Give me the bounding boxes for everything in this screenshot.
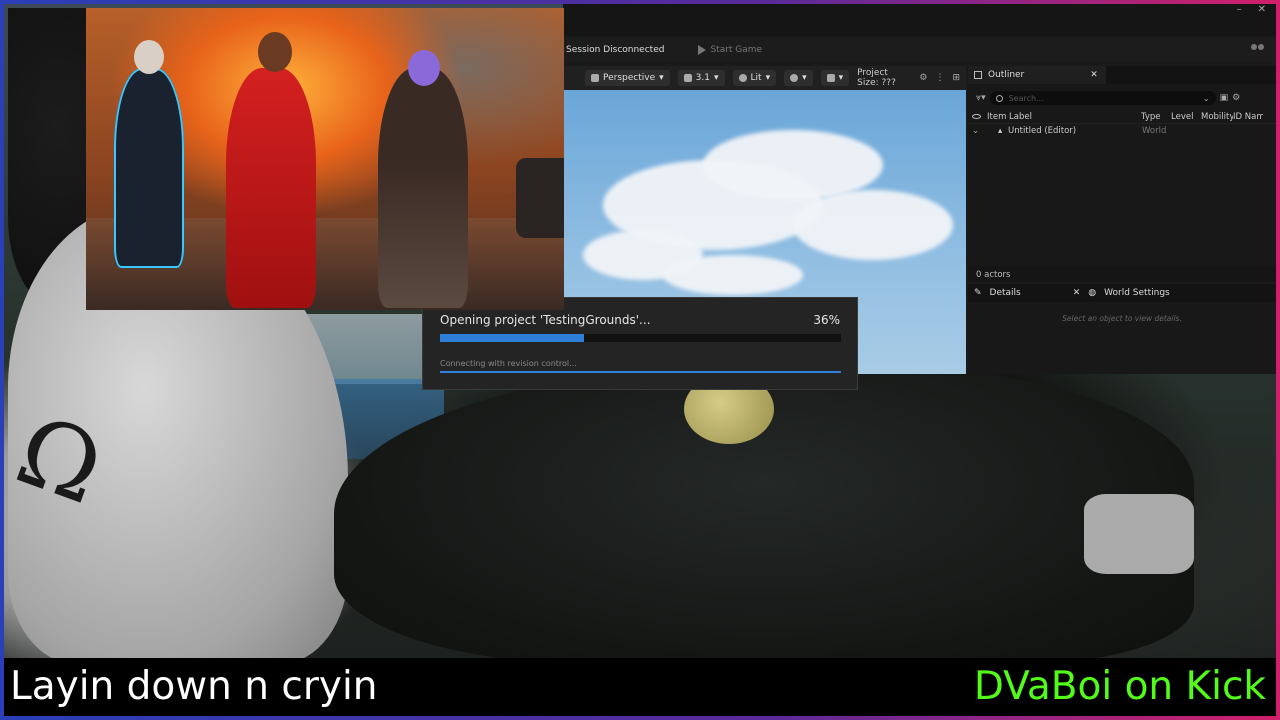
row-label: Untitled (Editor): [1008, 126, 1077, 136]
start-game-button[interactable]: Start Game: [698, 45, 762, 55]
layout-icon[interactable]: ⊞: [952, 73, 960, 83]
visibility-icon[interactable]: [972, 114, 981, 119]
poster-head-right: [408, 50, 440, 86]
minimize-icon[interactable]: –: [1237, 4, 1242, 16]
filter-icon[interactable]: ⩔▾: [976, 93, 986, 103]
play-icon: [698, 45, 707, 55]
status-progress-line: [440, 371, 841, 373]
editor-titlebar: – ✕: [563, 4, 1276, 36]
outliner-footer: 0 actors: [968, 266, 1276, 282]
close-icon[interactable]: ✕: [1258, 4, 1266, 16]
camera-speed-label: 3.1: [695, 73, 710, 83]
start-game-label: Start Game: [710, 45, 763, 55]
progress-fill: [440, 334, 585, 342]
window-controls: – ✕: [1237, 4, 1266, 16]
tab-outliner[interactable]: Outliner ✕: [968, 66, 1106, 84]
column-type[interactable]: Type: [1141, 112, 1171, 122]
lit-dropdown[interactable]: Lit ▾: [732, 70, 777, 86]
loading-percent: 36%: [813, 313, 840, 327]
project-size: Project Size: ???: [857, 68, 896, 88]
outliner-panel: Outliner ✕ ⩔▾ Search... ⌄ ▣ ⚙ Item Label…: [968, 66, 1276, 282]
column-id-name[interactable]: ID Name: [1233, 112, 1263, 122]
progress-bar: [440, 334, 841, 342]
outliner-header: Item Label Type Level Mobility ID Name: [968, 110, 1276, 124]
wrench-icon: [826, 74, 835, 82]
settings-icon[interactable]: ⚙: [1232, 93, 1240, 103]
chevron-down-icon: ⌄: [1202, 93, 1210, 103]
loading-status: Connecting with revision control...: [440, 359, 577, 368]
lit-icon: [738, 74, 747, 82]
loading-dialog: Opening project 'TestingGrounds'... 36% …: [422, 297, 858, 390]
perspective-dropdown[interactable]: Perspective ▾: [585, 70, 670, 86]
channel-name: DVaBoi on Kick: [973, 664, 1266, 709]
poster-head-left: [134, 40, 164, 74]
perspective-label: Perspective: [603, 73, 656, 83]
actor-count: 0 actors: [976, 270, 1011, 280]
session-status: Session Disconnected: [566, 45, 665, 55]
show-dropdown[interactable]: ▾: [784, 70, 813, 86]
more-icon[interactable]: ⋮: [935, 73, 944, 83]
globe-icon: ◍: [1088, 288, 1097, 298]
poster-figure-center: [226, 68, 316, 308]
tab-details[interactable]: Details: [990, 288, 1021, 298]
sky-cloud: [663, 255, 803, 295]
tools-dropdown[interactable]: ▾: [820, 70, 850, 86]
outliner-tabbar: Outliner ✕: [968, 66, 1276, 84]
viewport-toolbar: Perspective ▾ 3.1 ▾ Lit ▾ ▾ ▾ Project Si…: [563, 66, 966, 90]
lit-label: Lit: [750, 73, 762, 83]
expand-icon[interactable]: ⌄: [968, 126, 998, 136]
camera-speed-dropdown[interactable]: 3.1 ▾: [677, 70, 725, 86]
loading-title: Opening project 'TestingGrounds'...: [440, 313, 651, 327]
tab-world-settings[interactable]: World Settings: [1104, 288, 1170, 298]
webcam-sheet: [1084, 494, 1194, 574]
outliner-search-input[interactable]: Search... ⌄: [989, 91, 1216, 105]
close-icon[interactable]: ✕: [1090, 70, 1098, 80]
column-mobility[interactable]: Mobility: [1201, 112, 1233, 122]
row-type: World: [1142, 126, 1167, 136]
details-panel: ✎ Details ✕ ◍ World Settings Select an o…: [968, 284, 1276, 374]
poster-figure-right: [378, 68, 468, 308]
speed-icon: [683, 74, 692, 82]
folder-icon[interactable]: ▣: [1220, 93, 1229, 103]
search-icon: [995, 94, 1003, 102]
settings-icon[interactable]: ⚙: [919, 73, 927, 83]
outliner-icon: [974, 71, 982, 79]
stream-lower-third: Layin down n cryin DVaBoi on Kick: [4, 658, 1276, 716]
poster-figure-left: [114, 68, 184, 268]
column-item-label[interactable]: Item Label: [987, 112, 1141, 122]
editor-topbar: Session Disconnected Start Game: [563, 38, 1276, 62]
movie-thumbnail: [86, 8, 564, 310]
multiuser-icon[interactable]: [1250, 44, 1266, 56]
details-tabbar: ✎ Details ✕ ◍ World Settings: [968, 284, 1276, 302]
stream-caption: Layin down n cryin: [10, 664, 378, 709]
outliner-search-row: ⩔▾ Search... ⌄ ▣ ⚙: [968, 88, 1276, 108]
pencil-icon: ✎: [974, 288, 982, 298]
search-placeholder: Search...: [1008, 93, 1044, 103]
sky-cloud: [703, 130, 883, 200]
outliner-row[interactable]: ⌄ ▴ Untitled (Editor) World: [968, 124, 1276, 138]
close-icon[interactable]: ✕: [1073, 288, 1081, 298]
sky-cloud: [793, 190, 953, 260]
details-hint: Select an object to view details.: [1062, 314, 1182, 323]
camera-icon: [591, 74, 599, 82]
poster-head-center: [258, 32, 292, 72]
column-level[interactable]: Level: [1171, 112, 1201, 122]
eye-icon: [790, 74, 799, 82]
outliner-tab-label: Outliner: [988, 70, 1025, 80]
viewport-right-tools: ⚙ ⋮ ⊞: [919, 73, 966, 83]
poster-wrecked-car: [516, 158, 564, 238]
